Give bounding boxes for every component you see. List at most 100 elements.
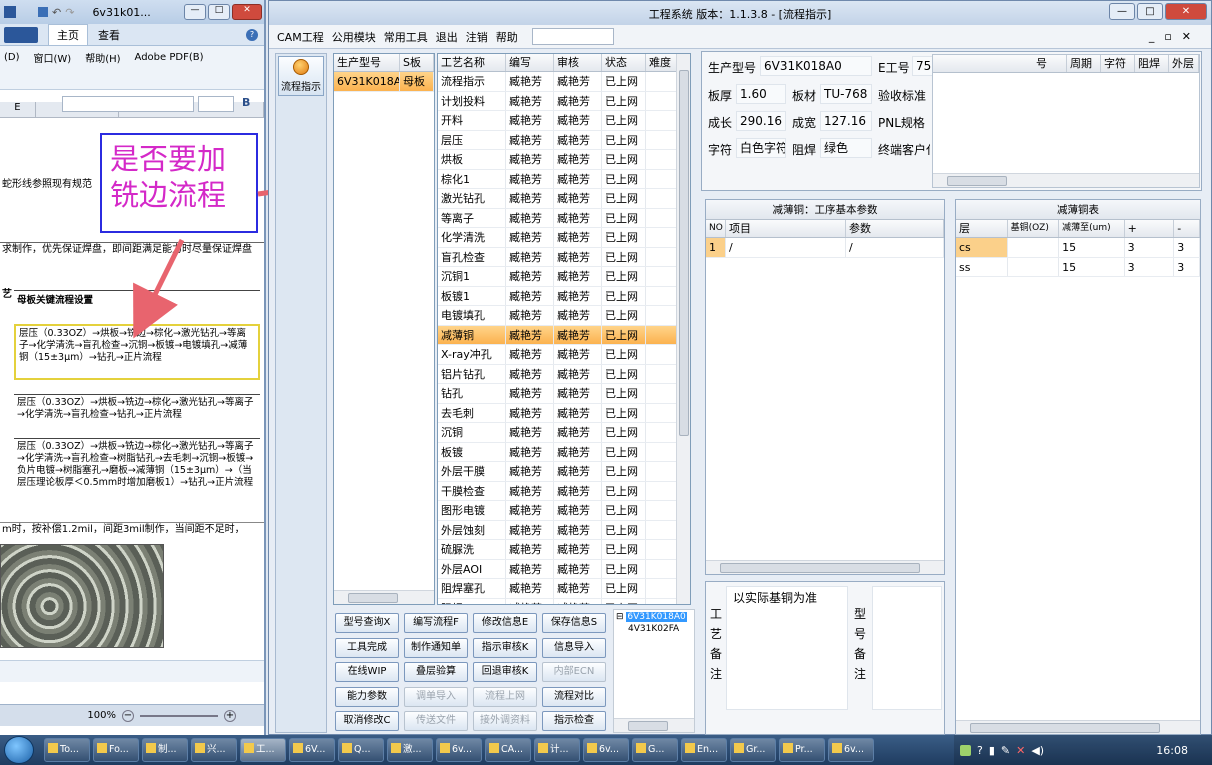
process-row[interactable]: 阻焊臧艳芳臧艳芳已上网 xyxy=(438,598,690,604)
action-button[interactable]: 回退审核K xyxy=(473,662,537,682)
tab-view[interactable]: 查看 xyxy=(98,27,120,43)
header-char[interactable]: 字符 xyxy=(1101,55,1135,72)
close-button[interactable]: ✕ xyxy=(232,4,262,20)
action-button[interactable]: 指示检查 xyxy=(542,711,606,731)
header-mask[interactable]: 阻焊 xyxy=(1135,55,1169,72)
header-s-board[interactable]: S板 xyxy=(400,54,434,71)
menu-help[interactable]: 帮助 xyxy=(496,29,518,45)
flow-indicator-button[interactable]: 流程指示 xyxy=(278,56,324,96)
process-note-box[interactable]: 以实际基铜为准 xyxy=(726,586,848,710)
zoom-slider[interactable] xyxy=(140,714,218,717)
material-value[interactable]: TU-768 xyxy=(820,84,872,104)
tab-home[interactable]: 主页 xyxy=(48,23,88,46)
clock[interactable]: 16:08 xyxy=(1156,744,1188,757)
header-param[interactable]: 参数 xyxy=(846,220,944,237)
app-menu-button[interactable] xyxy=(4,26,38,43)
process-row[interactable]: 外层干膜 臧艳芳 臧艳芳 已上网 xyxy=(438,462,690,482)
zoom-in-button[interactable]: + xyxy=(224,709,236,722)
help-icon[interactable]: ? xyxy=(977,744,983,757)
menu-combo[interactable] xyxy=(531,28,614,45)
tree-root[interactable]: 6V31K018A0 xyxy=(626,612,687,622)
taskbar-item[interactable]: 激... xyxy=(387,738,433,762)
header-model[interactable]: 生产型号 xyxy=(334,54,400,71)
header-no[interactable]: NO xyxy=(706,220,726,237)
process-row[interactable]: 外层蚀刻 臧艳芳 臧艳芳 已上网 xyxy=(438,520,690,540)
process-row[interactable]: 层压 臧艳芳 臧艳芳 已上网 xyxy=(438,130,690,150)
tree-child[interactable]: 4V31K02FA xyxy=(628,624,679,634)
header-reviewer[interactable]: 审核 xyxy=(554,54,602,71)
taskbar-item[interactable]: 兴... xyxy=(191,738,237,762)
process-row[interactable]: 盲孔检查 臧艳芳 臧艳芳 已上网 xyxy=(438,247,690,267)
taskbar-item[interactable]: 6v... xyxy=(436,738,482,762)
action-button[interactable]: 流程对比 xyxy=(542,686,606,707)
network-icon[interactable]: ▮ xyxy=(989,744,995,757)
taskbar-item[interactable]: Pr... xyxy=(779,738,825,762)
action-button[interactable]: 修改信息E xyxy=(473,613,537,633)
pdf-icon[interactable]: ✕ xyxy=(1016,744,1025,757)
header-process[interactable]: 工艺名称 xyxy=(438,54,506,71)
mdi-controls[interactable]: _▫✕ xyxy=(1149,30,1201,43)
action-button[interactable]: 制作通知单 xyxy=(404,637,468,658)
width-value[interactable]: 127.16 xyxy=(820,111,872,131)
action-button[interactable]: 保存信息S xyxy=(542,613,606,633)
process-row[interactable]: 钻孔 臧艳芳 臧艳芳 已上网 xyxy=(438,384,690,404)
tray-app-icon[interactable] xyxy=(960,744,971,756)
model-row[interactable]: 6V31K018A0 母板 xyxy=(334,72,434,92)
menu-cam[interactable]: CAM工程 xyxy=(277,29,324,45)
soldermask-value[interactable]: 绿色 xyxy=(820,138,872,158)
action-button[interactable]: 信息导入 xyxy=(542,637,606,658)
taskbar-item[interactable]: 6V... xyxy=(289,738,335,762)
pen-icon[interactable]: ✎ xyxy=(1001,744,1010,757)
menu-item-help[interactable]: 帮助(H) xyxy=(85,50,120,65)
taskbar-item[interactable]: 6v... xyxy=(828,738,874,762)
header-item[interactable]: 项目 xyxy=(726,220,846,237)
header-difficulty[interactable]: 难度 xyxy=(646,54,678,71)
copper-row[interactable]: ss 15 3 3 xyxy=(956,257,1200,277)
maximize-button[interactable]: □ xyxy=(1137,3,1163,20)
close-button[interactable]: ✕ xyxy=(1165,3,1207,20)
tree-expander-icon[interactable]: ⊟ xyxy=(616,612,624,622)
process-row[interactable]: 开料 臧艳芳 臧艳芳 已上网 xyxy=(438,111,690,131)
taskbar-item[interactable]: 工... xyxy=(240,738,286,762)
length-value[interactable]: 290.16 xyxy=(736,111,786,131)
action-button[interactable]: 叠层验算 xyxy=(404,662,468,682)
process-row[interactable]: 电镀填孔 臧艳芳 臧艳芳 已上网 xyxy=(438,306,690,326)
save-icon[interactable] xyxy=(38,7,48,17)
process-row[interactable]: 板镀1 臧艳芳 臧艳芳 已上网 xyxy=(438,286,690,306)
header-outer[interactable]: 外层 xyxy=(1169,55,1199,72)
action-button[interactable]: 在线WIP xyxy=(335,662,399,682)
model-grid-hscroll[interactable] xyxy=(334,590,434,604)
taskbar-item[interactable]: CA... xyxy=(485,738,531,762)
header-thin-to[interactable]: 减薄至(um) xyxy=(1059,220,1125,237)
process-row[interactable]: 干膜检查 臧艳芳 臧艳芳 已上网 xyxy=(438,481,690,501)
taskbar-item[interactable]: 6v... xyxy=(583,738,629,762)
process-row[interactable]: 激光钻孔 臧艳芳 臧艳芳 已上网 xyxy=(438,189,690,209)
action-button[interactable]: 传送文件 xyxy=(404,711,468,731)
process-row[interactable]: 去毛刺 臧艳芳 臧艳芳 已上网 xyxy=(438,403,690,423)
tree-hscroll[interactable] xyxy=(614,718,694,732)
maximize-button[interactable]: □ xyxy=(208,4,230,20)
action-button[interactable]: 流程上网 xyxy=(473,686,537,707)
menu-exit[interactable]: 退出 xyxy=(436,29,458,45)
taskbar-item[interactable]: 计... xyxy=(534,738,580,762)
volume-icon[interactable]: ◀) xyxy=(1031,744,1044,757)
copper-row[interactable]: cs 15 3 3 xyxy=(956,238,1200,258)
process-row[interactable]: 铝片钻孔 臧艳芳 臧艳芳 已上网 xyxy=(438,364,690,384)
menu-item-window[interactable]: 窗口(W) xyxy=(34,50,72,65)
taskbar-item[interactable]: Gr... xyxy=(730,738,776,762)
action-button[interactable]: 取消修改C xyxy=(335,711,399,731)
menu-item-d[interactable]: (D) xyxy=(4,52,20,63)
copper-hscroll[interactable] xyxy=(956,720,1200,734)
silkscreen-value[interactable]: 白色字符 xyxy=(736,138,786,158)
process-row[interactable]: 硫脲洗 臧艳芳 臧艳芳 已上网 xyxy=(438,540,690,560)
menu-tools[interactable]: 常用工具 xyxy=(384,29,428,45)
help-icon[interactable]: ? xyxy=(246,28,258,41)
process-grid-vscroll[interactable] xyxy=(676,54,690,604)
action-button[interactable]: 能力参数 xyxy=(335,686,399,707)
taskbar-item[interactable]: Fo... xyxy=(93,738,139,762)
font-combo[interactable] xyxy=(62,96,194,112)
menu-common-module[interactable]: 公用模块 xyxy=(332,29,376,45)
taskbar-item[interactable]: To... xyxy=(44,738,90,762)
minimize-button[interactable]: — xyxy=(184,4,206,20)
process-row[interactable]: 烘板 臧艳芳 臧艳芳 已上网 xyxy=(438,150,690,170)
